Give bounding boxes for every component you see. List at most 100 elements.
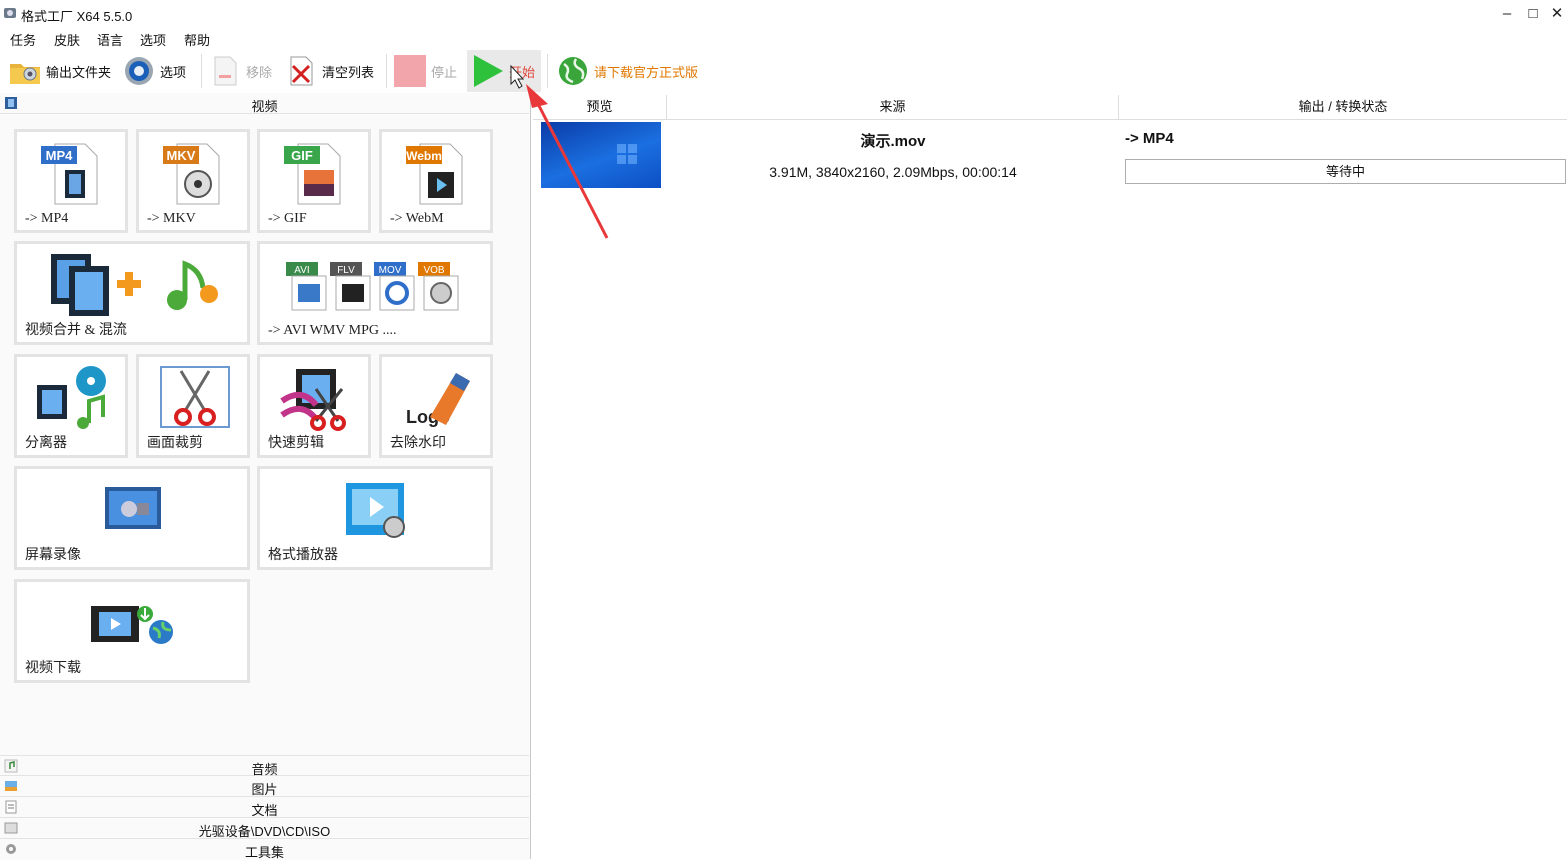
category-document[interactable]: 文档 xyxy=(0,797,529,818)
maximize-button[interactable]: □ xyxy=(1522,4,1544,24)
svg-text:MKV: MKV xyxy=(167,148,196,163)
svg-text:Webm: Webm xyxy=(406,149,442,163)
tile-label: 快速剪辑 xyxy=(268,436,324,451)
output-folder-label: 输出文件夹 xyxy=(46,64,112,80)
menu-bar: 任务 皮肤 语言 选项 帮助 xyxy=(0,28,1567,50)
window-title: 格式工厂 X64 5.5.0 xyxy=(21,9,133,24)
download-notice-label: 请下载官方正式版 xyxy=(594,64,699,80)
tile-label: -> GIF xyxy=(268,211,307,226)
tile-video-merge[interactable]: 视频合并 & 混流 xyxy=(14,241,250,345)
stop-icon xyxy=(394,55,426,87)
category-document-label: 文档 xyxy=(251,803,278,818)
category-disc-label: 光驱设备\DVD\CD\ISO xyxy=(198,824,331,839)
menu-options[interactable]: 选项 xyxy=(140,30,166,49)
category-tools-label: 工具集 xyxy=(244,845,284,860)
category-tools[interactable]: 工具集 xyxy=(0,839,529,860)
tile-label: 视频合并 & 混流 xyxy=(25,323,127,338)
mkv-file-icon: MKV xyxy=(163,143,220,205)
play-icon xyxy=(474,55,503,87)
category-video-label: 视频 xyxy=(251,99,278,114)
svg-text:MP4: MP4 xyxy=(46,148,74,163)
tile-label: 视频下载 xyxy=(25,661,81,676)
tile-quick-clip[interactable]: 快速剪辑 xyxy=(257,354,371,458)
clear-list-button[interactable]: 清空列表 xyxy=(284,50,374,92)
video-thumbnail xyxy=(541,122,661,188)
folder-icon xyxy=(10,64,40,84)
category-image-label: 图片 xyxy=(251,782,278,797)
webm-file-icon: Webm xyxy=(406,143,463,205)
stop-button[interactable]: 停止 xyxy=(393,50,457,92)
gear-icon xyxy=(125,57,153,85)
start-label: 开始 xyxy=(509,64,536,80)
svg-text:FLV: FLV xyxy=(337,265,355,276)
svg-text:AVI: AVI xyxy=(294,265,309,276)
tile-label: 画面裁剪 xyxy=(147,436,203,451)
app-icon xyxy=(4,8,16,18)
tile-remove-watermark[interactable]: Logo 去除水印 xyxy=(379,354,493,458)
multi-format-icon: AVI FLV MOV VOB xyxy=(286,262,459,311)
source-file-info: 3.91M, 3840x2160, 2.09Mbps, 00:00:14 xyxy=(769,164,1017,180)
tile-to-other-formats[interactable]: AVI FLV MOV VOB -> AVI WMV MPG .... xyxy=(257,241,493,345)
tile-screen-record[interactable]: 屏幕录像 xyxy=(14,466,250,570)
remove-file-icon xyxy=(214,56,237,86)
options-label: 选项 xyxy=(160,64,187,80)
tile-video-download[interactable]: 视频下载 xyxy=(14,579,250,683)
svg-text:GIF: GIF xyxy=(291,148,313,163)
tile-label: -> MKV xyxy=(147,211,196,226)
tile-label: 分离器 xyxy=(25,436,67,451)
menu-language[interactable]: 语言 xyxy=(97,30,123,49)
tile-format-player[interactable]: 格式播放器 xyxy=(257,466,493,570)
task-list-panel: 预览 来源 输出 / 转换状态 演示.mov 3.91M, 3840x2160,… xyxy=(533,93,1567,859)
menu-task[interactable]: 任务 xyxy=(10,30,36,49)
remove-button[interactable]: 移除 xyxy=(208,50,272,92)
svg-text:VOB: VOB xyxy=(423,265,444,276)
column-output-status[interactable]: 输出 / 转换状态 xyxy=(1119,95,1567,120)
toolbar: 输出文件夹 选项 移除 清空列表 停止 开始 请下载官方正式版 xyxy=(0,50,1567,92)
menu-skin[interactable]: 皮肤 xyxy=(54,30,80,49)
source-file-name: 演示.mov xyxy=(860,133,926,150)
splitter-icon xyxy=(37,366,106,429)
svg-text:MOV: MOV xyxy=(379,265,402,276)
mp4-file-icon: MP4 xyxy=(41,143,98,205)
title-bar: 格式工厂 X64 5.5.0 – □ ✕ xyxy=(0,0,1567,28)
download-official-link[interactable]: 请下载官方正式版 xyxy=(556,50,698,92)
minimize-button[interactable]: – xyxy=(1496,4,1518,24)
options-button[interactable]: 选项 xyxy=(122,50,186,92)
merge-icon xyxy=(51,254,218,316)
crop-scissors-icon xyxy=(160,366,230,428)
output-folder-button[interactable]: 输出文件夹 xyxy=(8,50,111,92)
remove-label: 移除 xyxy=(246,64,273,80)
tile-crop[interactable]: 画面裁剪 xyxy=(136,354,250,458)
close-button[interactable]: ✕ xyxy=(1546,4,1567,24)
tile-label: -> AVI WMV MPG .... xyxy=(268,323,397,338)
start-button[interactable]: 开始 xyxy=(467,50,541,92)
category-image[interactable]: 图片 xyxy=(0,776,529,797)
tile-to-mp4[interactable]: MP4 -> MP4 xyxy=(14,129,128,233)
column-source[interactable]: 来源 xyxy=(667,95,1119,120)
windows-logo-icon xyxy=(617,144,637,164)
category-audio[interactable]: 音频 xyxy=(0,755,529,777)
quick-clip-icon xyxy=(280,369,346,431)
tile-to-gif[interactable]: GIF -> GIF xyxy=(257,129,371,233)
menu-help[interactable]: 帮助 xyxy=(184,30,210,49)
column-preview[interactable]: 预览 xyxy=(533,95,667,120)
tile-label: 格式播放器 xyxy=(268,548,338,563)
tile-label: 屏幕录像 xyxy=(25,548,81,563)
tile-splitter[interactable]: 分离器 xyxy=(14,354,128,458)
player-icon xyxy=(346,483,405,538)
conversion-status: 等待中 xyxy=(1125,159,1566,184)
globe-icon xyxy=(559,57,587,85)
toolbar-divider xyxy=(547,54,548,88)
tile-label: -> WebM xyxy=(390,211,444,226)
category-video[interactable]: 视频 xyxy=(0,93,529,114)
tile-to-mkv[interactable]: MKV -> MKV xyxy=(136,129,250,233)
category-disc[interactable]: 光驱设备\DVD\CD\ISO xyxy=(0,818,529,839)
toolbar-divider xyxy=(386,54,387,88)
video-download-icon xyxy=(91,606,173,644)
clear-list-label: 清空列表 xyxy=(322,64,375,80)
tile-label: 去除水印 xyxy=(390,436,446,451)
tile-to-webm[interactable]: Webm -> WebM xyxy=(379,129,493,233)
screen-record-icon xyxy=(105,487,161,529)
toolbar-divider xyxy=(201,54,202,88)
output-format: -> MP4 xyxy=(1125,130,1174,147)
